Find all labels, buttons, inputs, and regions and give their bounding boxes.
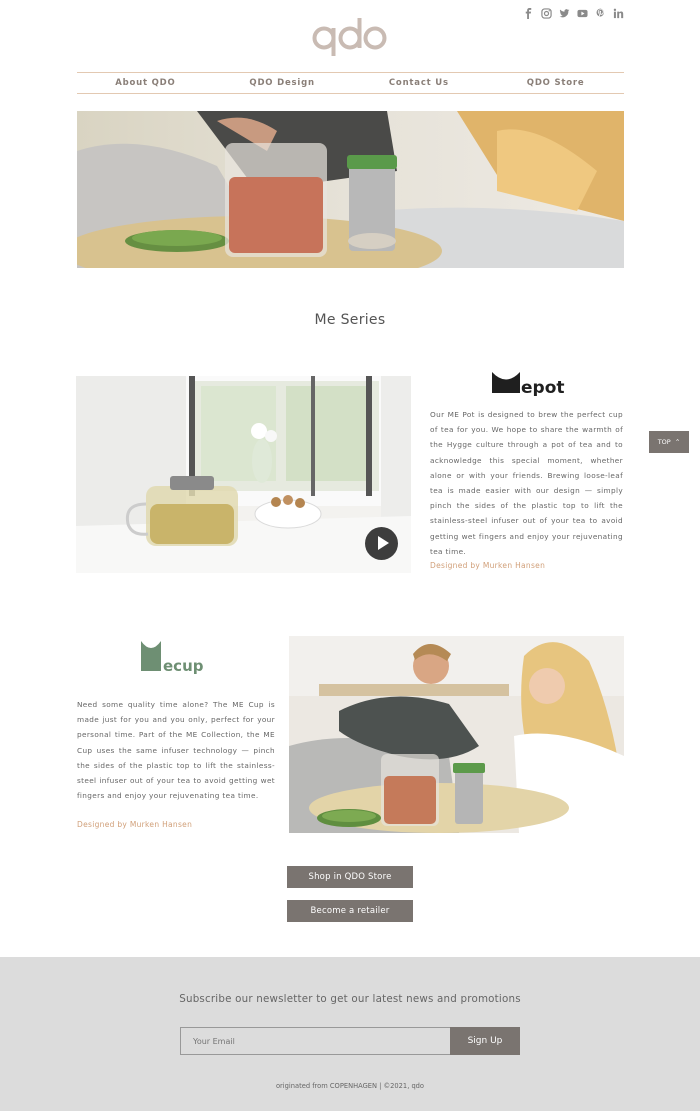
me-cup-image: [289, 636, 624, 833]
youtube-icon[interactable]: [577, 8, 588, 19]
nav-contact[interactable]: Contact Us: [351, 73, 488, 93]
footer: Subscribe our newsletter to get our late…: [0, 957, 700, 1111]
instagram-icon[interactable]: [541, 8, 552, 19]
chevron-up-icon: ⌃: [672, 438, 681, 446]
nav-store[interactable]: QDO Store: [487, 73, 624, 93]
hero-image: [77, 111, 624, 268]
me-cup-logo: ecup: [140, 641, 212, 675]
me-pot-description: Our ME Pot is designed to brew the perfe…: [430, 410, 623, 556]
me-cup-description: Need some quality time alone? The ME Cup…: [77, 700, 275, 801]
twitter-icon[interactable]: [559, 8, 570, 19]
copyright-text: originated from COPENHAGEN | ©2021, qdo: [275, 1082, 425, 1090]
linkedin-icon[interactable]: [613, 8, 624, 19]
me-pot-designer[interactable]: Designed by Murken Hansen: [430, 561, 545, 570]
social-links: [523, 8, 624, 19]
nav-design[interactable]: QDO Design: [214, 73, 351, 93]
nav-about[interactable]: About QDO: [77, 73, 214, 93]
facebook-icon[interactable]: [523, 8, 534, 19]
me-pot-logo: epot: [490, 372, 565, 398]
svg-text:epot: epot: [521, 378, 565, 396]
main-nav: About QDO QDO Design Contact Us QDO Stor…: [77, 72, 624, 94]
shop-store-button[interactable]: Shop in QDO Store: [287, 866, 413, 888]
svg-text:ecup: ecup: [163, 657, 204, 674]
newsletter-heading: Subscribe our newsletter to get our late…: [179, 993, 521, 1005]
email-field[interactable]: [180, 1027, 451, 1055]
become-retailer-button[interactable]: Become a retailer: [287, 900, 413, 922]
me-pot-video[interactable]: [76, 376, 411, 573]
qdo-logo[interactable]: [312, 16, 388, 56]
section-title: Me Series: [314, 312, 386, 328]
signup-button[interactable]: Sign Up: [450, 1027, 520, 1055]
pinterest-icon[interactable]: [595, 8, 606, 19]
me-cup-designer[interactable]: Designed by Murken Hansen: [77, 820, 192, 829]
play-icon[interactable]: [365, 527, 398, 560]
scroll-top-label: TOP: [657, 438, 671, 446]
scroll-top-button[interactable]: TOP ⌃: [649, 431, 689, 453]
